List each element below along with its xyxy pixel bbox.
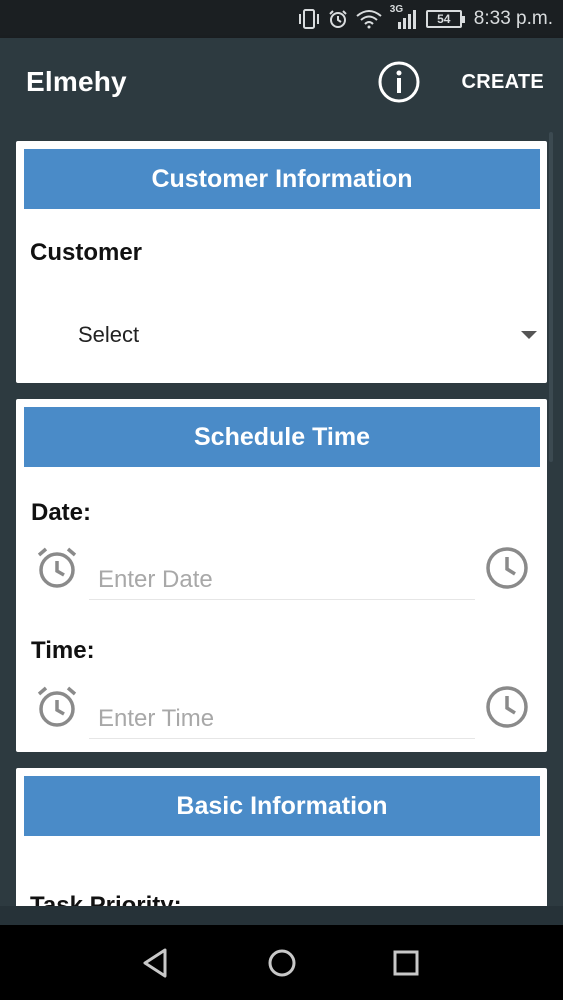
schedule-card: Schedule Time Date: Time:: [16, 399, 547, 752]
time-input[interactable]: [89, 699, 475, 739]
vibrate-icon: [298, 9, 319, 29]
battery-icon: 54: [425, 10, 465, 28]
customer-card-header: Customer Information: [24, 149, 540, 209]
navigation-bar: [0, 925, 563, 1000]
schedule-card-header: Schedule Time: [24, 407, 540, 467]
scrollbar[interactable]: [549, 132, 553, 462]
create-button[interactable]: CREATE: [461, 71, 544, 94]
recents-icon[interactable]: [388, 945, 424, 981]
back-icon[interactable]: [138, 945, 174, 981]
basic-info-card: Basic Information Task Priority:: [16, 768, 547, 906]
clock-icon[interactable]: [485, 685, 529, 729]
date-input[interactable]: [89, 560, 475, 600]
task-priority-label: Task Priority:: [30, 892, 182, 906]
customer-card: Customer Information Customer Select: [16, 141, 547, 383]
date-row: [16, 546, 547, 606]
app-title: Elmehy: [26, 66, 127, 97]
clock-icon[interactable]: [485, 546, 529, 590]
battery-level: 54: [437, 12, 451, 26]
dropdown-arrow-icon: [521, 331, 537, 339]
customer-select-value: Select: [78, 322, 140, 347]
status-time: 8:33 p.m.: [473, 8, 553, 29]
app-bar: Elmehy CREATE: [0, 38, 563, 126]
alarm-icon: [329, 10, 347, 28]
signal-icon: 3G: [390, 4, 418, 30]
customer-select[interactable]: Select: [16, 311, 547, 361]
form-content[interactable]: Customer Information Customer Select Sch…: [0, 126, 563, 906]
alarm-icon[interactable]: [36, 546, 78, 590]
home-icon[interactable]: [264, 945, 300, 981]
info-icon[interactable]: [377, 60, 421, 104]
basic-info-card-header: Basic Information: [24, 776, 540, 836]
date-label: Date:: [31, 499, 92, 526]
status-bar: 3G 54 8:33 p.m.: [0, 0, 563, 38]
time-label: Time:: [31, 637, 95, 664]
alarm-icon[interactable]: [36, 685, 78, 729]
wifi-icon: [356, 10, 382, 29]
customer-label: Customer: [30, 239, 143, 266]
time-row: [16, 685, 547, 745]
